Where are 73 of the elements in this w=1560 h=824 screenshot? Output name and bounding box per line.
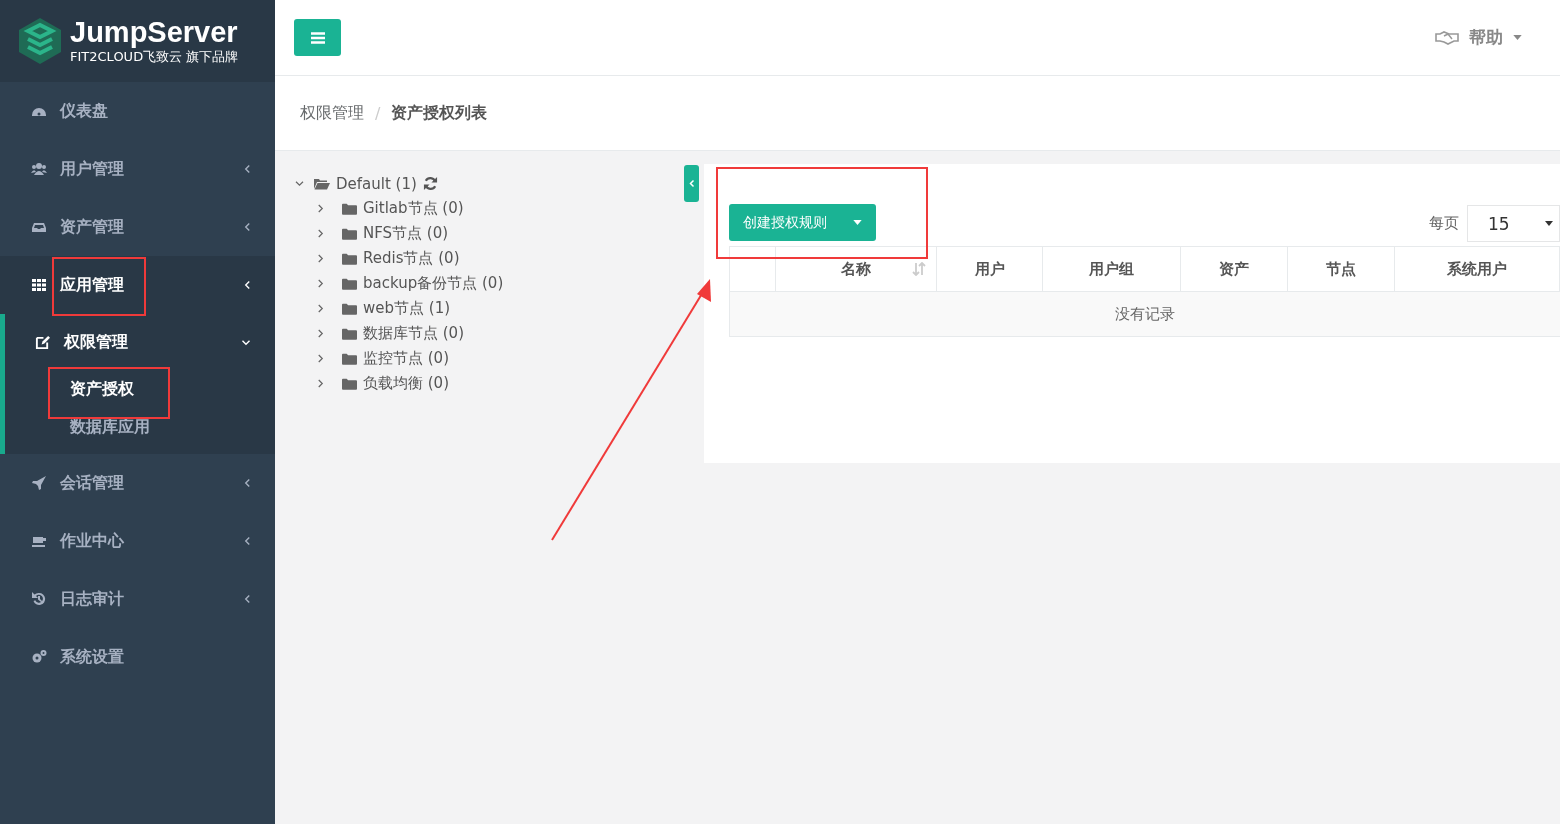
chevron-left-icon (244, 164, 251, 174)
stacked-layers-icon (18, 17, 62, 65)
menu-button[interactable] (294, 19, 341, 56)
chevron-left-icon (244, 536, 251, 546)
nav-item[interactable]: 应用管理 (0, 256, 275, 314)
nav-item[interactable]: 仪表盘 (0, 82, 275, 140)
gears-icon (31, 649, 47, 665)
handshake-icon (1435, 30, 1459, 45)
caret-down-icon (1513, 35, 1522, 40)
folder-icon (342, 377, 357, 390)
caret-down-icon (1545, 221, 1553, 226)
history-icon (31, 591, 47, 607)
folder-icon (342, 352, 357, 365)
chevron-left-icon (244, 222, 251, 232)
chevron-right-icon[interactable] (317, 204, 324, 213)
folder-icon (342, 277, 357, 290)
folder-icon (342, 302, 357, 315)
help-menu[interactable]: 帮助 (1435, 26, 1522, 49)
column-header: 用户 (937, 247, 1043, 291)
folder-icon (342, 327, 357, 340)
submenu-link[interactable]: 资产授权 (5, 370, 144, 408)
tree-node[interactable]: Gitlab节点 (0) (363, 199, 464, 218)
column-header[interactable]: 名称 (776, 247, 937, 291)
folder-icon (342, 227, 357, 240)
folder-icon (342, 202, 357, 215)
chevron-right-icon[interactable] (317, 304, 324, 313)
breadcrumb-current: 资产授权列表 (391, 102, 488, 124)
caret-down-icon (853, 220, 862, 225)
column-header: 系统用户 (1395, 247, 1560, 291)
tree-node[interactable]: 负载均衡 (0) (363, 374, 449, 393)
nav-item[interactable]: 作业中心 (0, 512, 275, 570)
page-size-select[interactable]: 15 (1467, 205, 1560, 242)
tree-node[interactable]: 监控节点 (0) (363, 349, 449, 368)
edit-icon (35, 334, 50, 350)
column-header: 用户组 (1043, 247, 1181, 291)
breadcrumb-link[interactable]: 权限管理 (300, 102, 364, 124)
chevron-left-icon (244, 280, 251, 290)
column-header: 节点 (1288, 247, 1395, 291)
nav-item[interactable]: 用户管理 (0, 140, 275, 198)
logo-subtitle: FIT2CLOUD飞致云 旗下品牌 (70, 48, 239, 66)
breadcrumb-separator: / (375, 103, 381, 123)
nav-item[interactable]: 系统设置 (0, 628, 275, 686)
column-header: 资产 (1181, 247, 1288, 291)
nav-item[interactable]: 资产管理 (0, 198, 275, 256)
nav-item[interactable]: 会话管理 (0, 454, 275, 512)
chevron-right-icon[interactable] (317, 254, 324, 263)
submenu-item[interactable]: 权限管理 (5, 314, 275, 370)
chevron-right-icon[interactable] (317, 279, 324, 288)
submenu-link[interactable]: 数据库应用 (5, 408, 160, 446)
tree-node[interactable]: Default (1) (336, 174, 417, 193)
folder-icon (342, 252, 357, 265)
tree-node[interactable]: 数据库节点 (0) (363, 324, 464, 343)
tree-node[interactable]: Redis节点 (0) (363, 249, 460, 268)
nav-item[interactable]: 日志审计 (0, 570, 275, 628)
refresh-icon[interactable] (422, 176, 438, 191)
chevron-right-icon[interactable] (317, 229, 324, 238)
users-icon (31, 161, 47, 177)
tree-node[interactable]: web节点 (1) (363, 299, 451, 318)
chevron-left-icon (688, 179, 695, 188)
chevron-right-icon[interactable] (317, 354, 324, 363)
chevron-right-icon[interactable] (317, 329, 324, 338)
chevron-left-icon (244, 594, 251, 604)
chevron-right-icon[interactable] (317, 379, 324, 388)
empty-message: 没有记录 (730, 292, 1560, 336)
logo-title: JumpServer (70, 16, 239, 48)
page-size-label: 每页 (1429, 214, 1459, 233)
chevron-left-icon (244, 478, 251, 488)
menu-icon (310, 31, 325, 44)
chevron-down-icon (241, 338, 251, 346)
folder-open-icon (314, 177, 330, 190)
grid-icon (31, 277, 47, 293)
tree-node[interactable]: backup备份节点 (0) (363, 274, 504, 293)
tree-node[interactable]: NFS节点 (0) (363, 224, 449, 243)
